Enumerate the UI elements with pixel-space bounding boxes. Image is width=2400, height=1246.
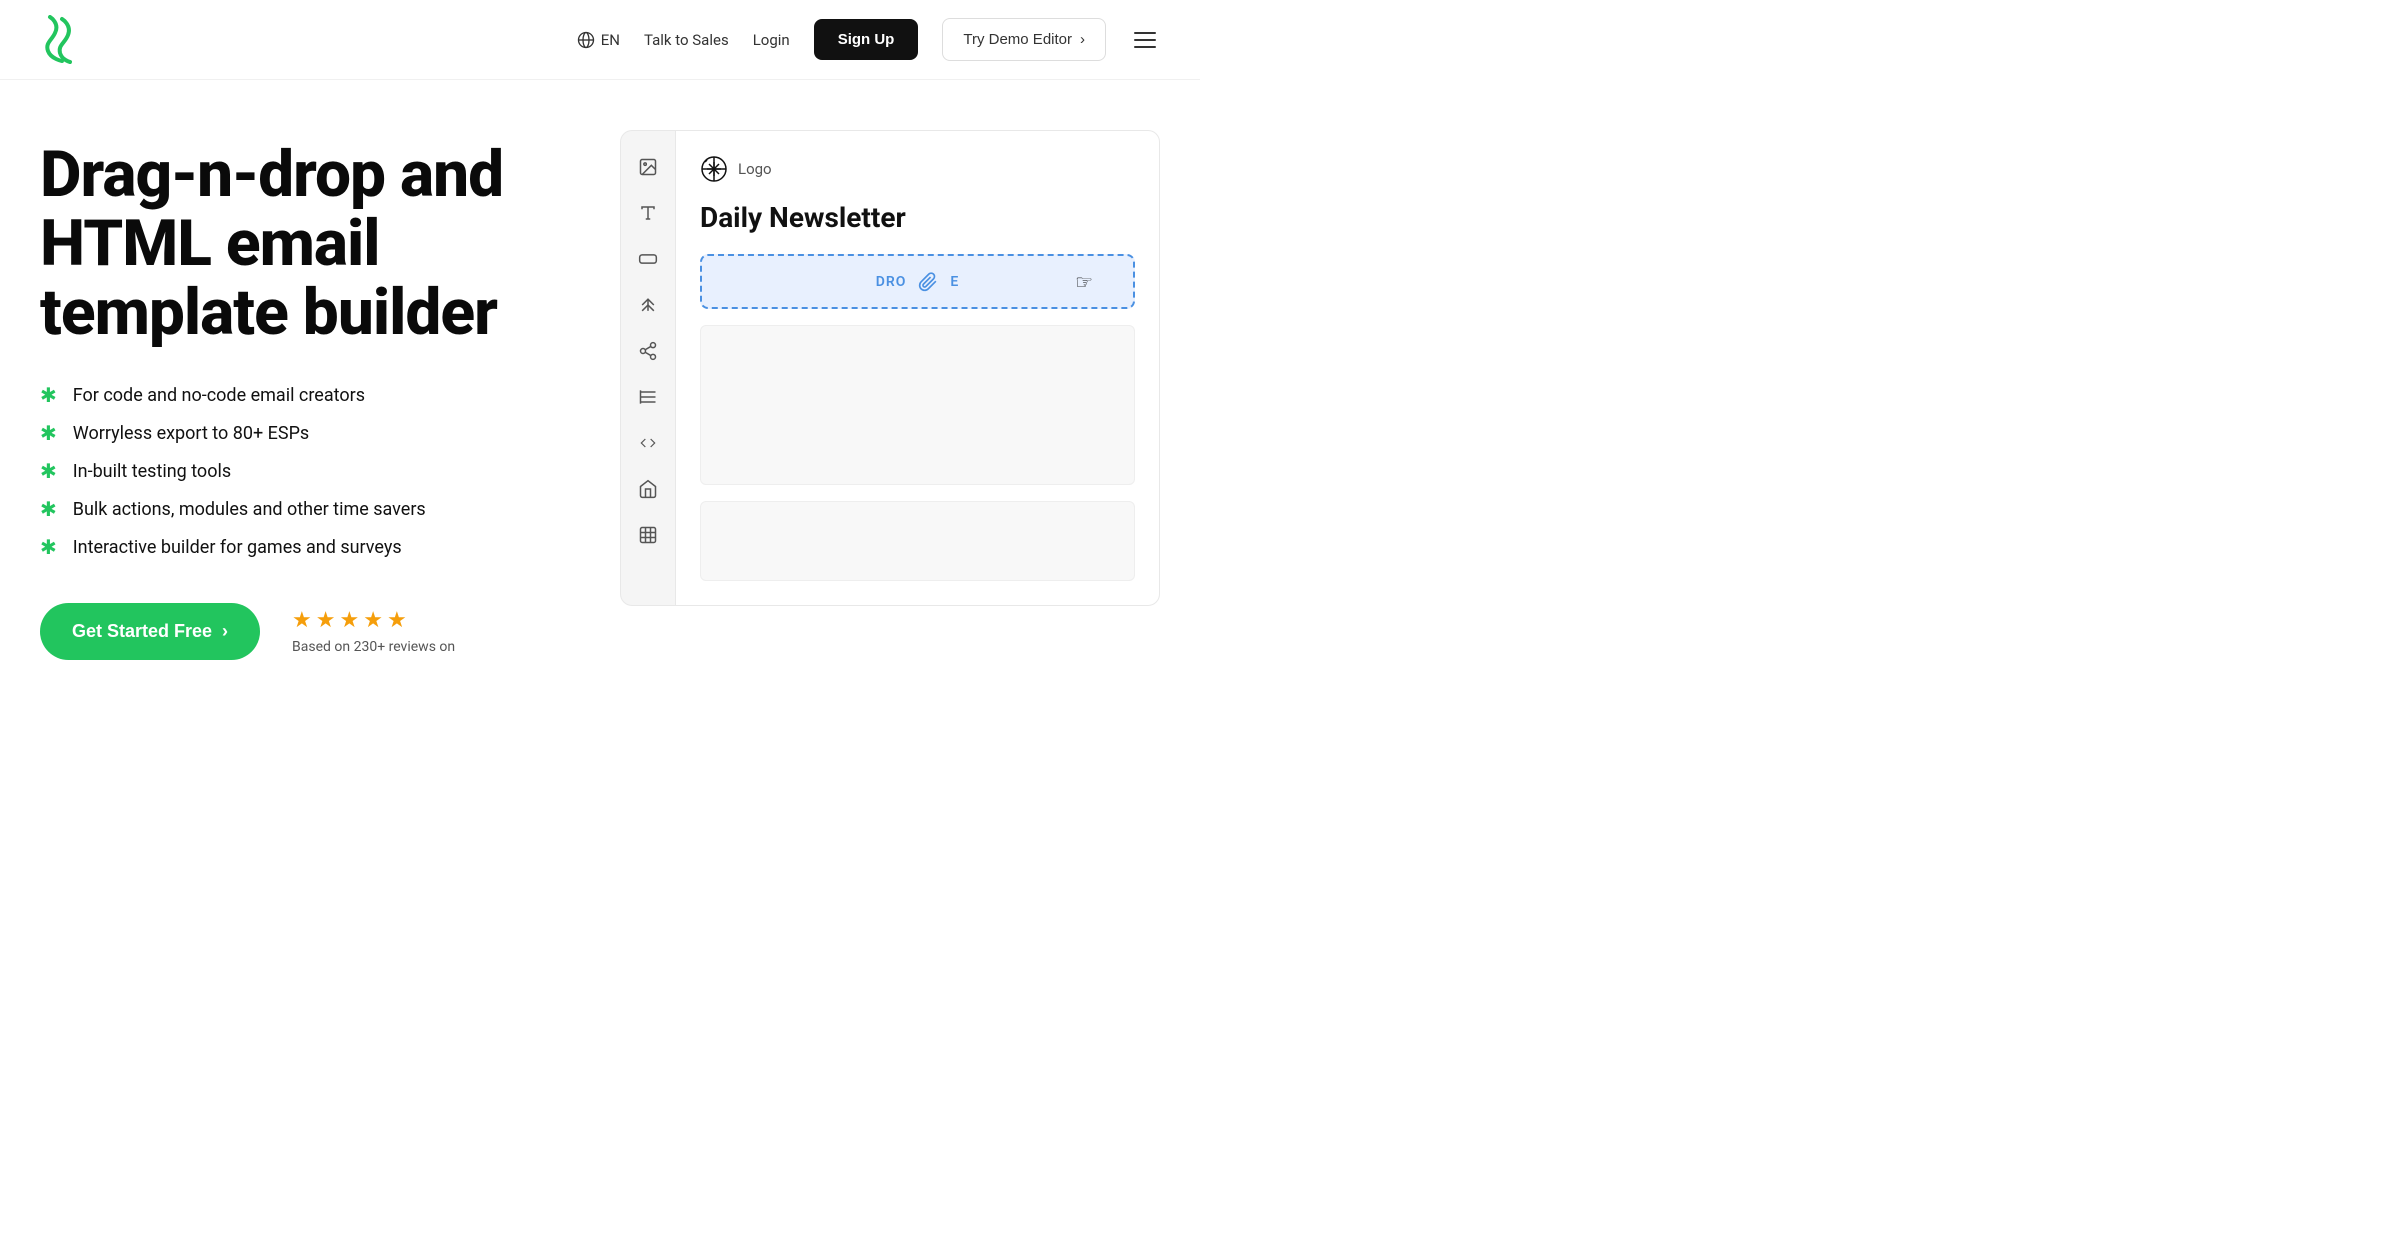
- reviews-block: ★ ★ ★ ★ ★ Based on 230+ reviews on: [292, 608, 455, 655]
- star-2: ★: [316, 608, 336, 633]
- star-1: ★: [292, 608, 312, 633]
- hero-features-list: ✱ For code and no-code email creators ✱ …: [40, 383, 580, 559]
- signup-button[interactable]: Sign Up: [814, 19, 919, 60]
- get-started-arrow: ›: [222, 621, 228, 642]
- feature-item-3: ✱ In-built testing tools: [40, 459, 580, 483]
- feature-text-4: Bulk actions, modules and other time sav…: [73, 499, 426, 520]
- feature-item-1: ✱ For code and no-code email creators: [40, 383, 580, 407]
- sidebar-module-icon[interactable]: [628, 469, 668, 509]
- try-demo-label: Try Demo Editor: [963, 31, 1072, 48]
- globe-icon: [577, 31, 595, 49]
- editor-content-block-2: [700, 501, 1135, 581]
- star-3: ★: [340, 608, 360, 633]
- feature-text-5: Interactive builder for games and survey…: [73, 537, 402, 558]
- feature-star-3: ✱: [40, 459, 57, 483]
- editor-preview: Logo Daily Newsletter DRO E ☞: [620, 130, 1160, 606]
- editor-logo-icon: [700, 155, 728, 183]
- sidebar-image-icon[interactable]: [628, 147, 668, 187]
- drop-zone-text2: E: [950, 274, 959, 290]
- feature-item-2: ✱ Worryless export to 80+ ESPs: [40, 421, 580, 445]
- sidebar-code-icon[interactable]: [628, 423, 668, 463]
- feature-star-5: ✱: [40, 535, 57, 559]
- hero-left: Drag-n-drop and HTML email template buil…: [40, 140, 580, 660]
- logo[interactable]: [40, 15, 80, 65]
- feature-text-2: Worryless export to 80+ ESPs: [73, 423, 309, 444]
- editor-logo-row: Logo: [700, 155, 1135, 183]
- nav-right: EN Talk to Sales Login Sign Up Try Demo …: [577, 18, 1160, 61]
- sidebar-button-icon[interactable]: [628, 239, 668, 279]
- sidebar-table-icon[interactable]: [628, 377, 668, 417]
- hero-section: Drag-n-drop and HTML email template buil…: [0, 80, 1200, 700]
- hamburger-menu[interactable]: [1130, 28, 1160, 52]
- talk-to-sales-link[interactable]: Talk to Sales: [644, 31, 729, 49]
- sidebar-share-icon[interactable]: [628, 331, 668, 371]
- language-selector[interactable]: EN: [577, 31, 620, 49]
- star-4: ★: [363, 608, 383, 633]
- lang-label: EN: [601, 31, 620, 49]
- editor-canvas: Logo Daily Newsletter DRO E ☞: [675, 130, 1160, 606]
- editor-content-block-1: [700, 325, 1135, 485]
- feature-star-2: ✱: [40, 421, 57, 445]
- get-started-button[interactable]: Get Started Free ›: [40, 603, 260, 660]
- editor-logo-text: Logo: [738, 160, 772, 178]
- star-rating: ★ ★ ★ ★ ★: [292, 608, 455, 633]
- paperclip-icon: [918, 272, 938, 292]
- logo-icon: [40, 15, 80, 65]
- feature-text-3: In-built testing tools: [73, 461, 231, 482]
- hero-title: Drag-n-drop and HTML email template buil…: [40, 140, 580, 347]
- try-demo-arrow: ›: [1080, 31, 1085, 48]
- sidebar-text-icon[interactable]: [628, 193, 668, 233]
- reviews-text: Based on 230+ reviews on: [292, 639, 455, 655]
- feature-star-4: ✱: [40, 497, 57, 521]
- sidebar-layout-icon[interactable]: [628, 285, 668, 325]
- navbar: EN Talk to Sales Login Sign Up Try Demo …: [0, 0, 1200, 80]
- hero-cta: Get Started Free › ★ ★ ★ ★ ★ Based on 23…: [40, 603, 580, 660]
- drop-zone-text: DRO: [876, 274, 907, 290]
- cursor-icon: ☞: [1075, 270, 1093, 294]
- login-link[interactable]: Login: [753, 31, 790, 49]
- feature-item-4: ✱ Bulk actions, modules and other time s…: [40, 497, 580, 521]
- star-5: ★: [387, 608, 407, 633]
- feature-item-5: ✱ Interactive builder for games and surv…: [40, 535, 580, 559]
- sidebar-image2-icon[interactable]: [628, 515, 668, 555]
- feature-star-1: ✱: [40, 383, 57, 407]
- editor-drop-zone[interactable]: DRO E ☞: [700, 254, 1135, 309]
- get-started-label: Get Started Free: [72, 621, 212, 642]
- try-demo-button[interactable]: Try Demo Editor ›: [942, 18, 1106, 61]
- editor-newsletter-title: Daily Newsletter: [700, 201, 1135, 234]
- editor-sidebar: [620, 130, 675, 606]
- feature-text-1: For code and no-code email creators: [73, 385, 365, 406]
